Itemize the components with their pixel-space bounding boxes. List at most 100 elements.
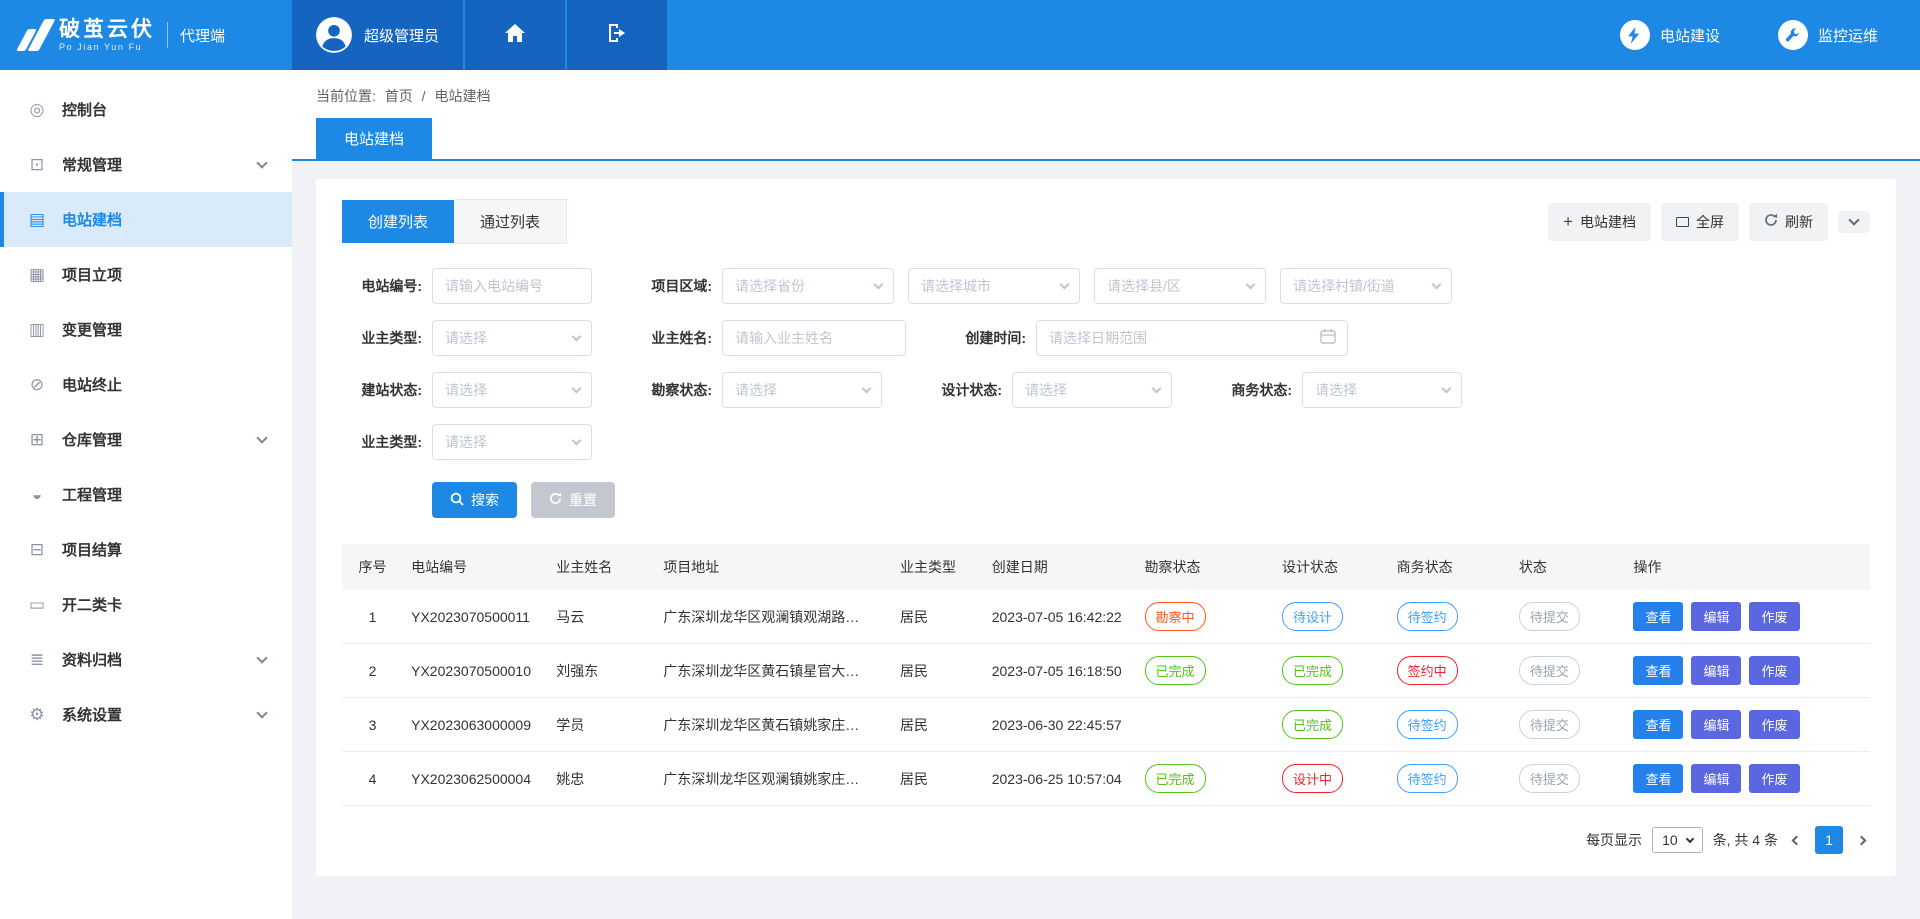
copy-icon: ▥ xyxy=(26,320,48,340)
nav-monitoring-ops[interactable]: 监控运维 xyxy=(1778,20,1878,50)
cell-status: 待提交 xyxy=(1511,698,1626,752)
column-header: 设计状态 xyxy=(1274,544,1389,590)
search-button[interactable]: 搜索 xyxy=(432,482,517,518)
per-page-select[interactable]: 10 xyxy=(1652,827,1703,853)
cell-owner-name: 马云 xyxy=(548,590,655,644)
status-badge: 待签约 xyxy=(1397,602,1458,631)
tab-passed-list[interactable]: 通过列表 xyxy=(454,199,567,244)
chevron-down-icon xyxy=(862,384,872,394)
sidebar-item-label: 变更管理 xyxy=(62,319,122,340)
sidebar-item-system-settings[interactable]: ⚙系统设置 xyxy=(0,687,292,742)
cell-index: 4 xyxy=(342,752,403,806)
owner-type-2-select[interactable]: 请选择 xyxy=(432,424,592,460)
status-badge: 签约中 xyxy=(1397,656,1458,685)
view-button[interactable]: 查看 xyxy=(1633,602,1683,631)
brand-title: 破茧云伏 xyxy=(59,18,155,42)
station-no-input[interactable] xyxy=(432,268,592,304)
sidebar-item-general-management[interactable]: ⊡常规管理 xyxy=(0,137,292,192)
edit-button[interactable]: 编辑 xyxy=(1691,656,1741,685)
home-button[interactable] xyxy=(465,0,565,70)
create-time-label: 创建时间: xyxy=(946,328,1026,348)
column-header: 业主姓名 xyxy=(548,544,655,590)
calculator-icon: ⊟ xyxy=(26,540,48,560)
table-header-row: 序号电站编号业主姓名项目地址业主类型创建日期勘察状态设计状态商务状态状态操作 xyxy=(342,544,1870,590)
status-badge: 待提交 xyxy=(1519,764,1580,793)
content-card: 创建列表 通过列表 + 电站建档 全屏 刷新 xyxy=(316,179,1896,876)
sidebar-item-project-initiation[interactable]: ▦项目立项 xyxy=(0,247,292,302)
sidebar-item-second-class-card[interactable]: ▭开二类卡 xyxy=(0,577,292,632)
survey-status-select[interactable]: 请选择 xyxy=(722,372,882,408)
sidebar-item-project-settlement[interactable]: ⊟项目结算 xyxy=(0,522,292,577)
breadcrumb-home[interactable]: 首页 xyxy=(385,88,413,104)
nav-station-construction[interactable]: 电站建设 xyxy=(1620,20,1720,50)
prev-page-button[interactable] xyxy=(1788,837,1805,844)
edit-button[interactable]: 编辑 xyxy=(1691,602,1741,631)
create-station-button[interactable]: + 电站建档 xyxy=(1548,203,1651,241)
owner-type-select[interactable]: 请选择 xyxy=(432,320,592,356)
cell-actions: 查看编辑作废 xyxy=(1625,698,1870,752)
build-status-label: 建站状态: xyxy=(342,380,422,400)
create-time-input[interactable]: 请选择日期范围 xyxy=(1036,320,1348,356)
business-status-select[interactable]: 请选择 xyxy=(1302,372,1462,408)
view-button[interactable]: 查看 xyxy=(1633,764,1683,793)
owner-name-input[interactable] xyxy=(722,320,906,356)
chevron-down-icon xyxy=(572,436,582,446)
divider xyxy=(167,22,168,48)
status-badge: 勘察中 xyxy=(1145,602,1206,631)
column-header: 勘察状态 xyxy=(1137,544,1275,590)
void-button[interactable]: 作废 xyxy=(1749,710,1799,739)
design-status-select[interactable]: 请选择 xyxy=(1012,372,1172,408)
town-select[interactable]: 请选择村镇/街道 xyxy=(1280,268,1452,304)
filter-actions: 搜索 重置 xyxy=(432,482,1870,518)
table-row: 4YX2023062500004姚忠广东深圳龙华区观澜镇姚家庄…居民2023-0… xyxy=(342,752,1870,806)
chevron-down-icon xyxy=(572,332,582,342)
edit-button[interactable]: 编辑 xyxy=(1691,764,1741,793)
sidebar-item-warehouse-management[interactable]: ⊞仓库管理 xyxy=(0,412,292,467)
cell-status: 待提交 xyxy=(1511,590,1626,644)
stop-icon: ⊘ xyxy=(26,375,48,395)
breadcrumb: 当前位置: 首页 / 电站建档 xyxy=(316,86,1920,106)
user-menu[interactable]: 超级管理员 xyxy=(292,0,463,70)
county-select[interactable]: 请选择县/区 xyxy=(1094,268,1266,304)
cell-survey-status: 勘察中 xyxy=(1137,590,1275,644)
edit-button[interactable]: 编辑 xyxy=(1691,710,1741,739)
status-badge: 待提交 xyxy=(1519,656,1580,685)
next-page-button[interactable] xyxy=(1853,837,1870,844)
sidebar-item-label: 仓库管理 xyxy=(62,429,122,450)
logout-button[interactable] xyxy=(567,0,667,70)
survey-status-placeholder: 请选择 xyxy=(735,380,777,400)
sidebar-item-engineering-management[interactable]: ◒工程管理 xyxy=(0,467,292,522)
cell-owner-type: 居民 xyxy=(892,590,984,644)
tab-create-list[interactable]: 创建列表 xyxy=(342,200,454,243)
cell-status: 待提交 xyxy=(1511,644,1626,698)
refresh-button[interactable]: 刷新 xyxy=(1749,203,1828,241)
province-select[interactable]: 请选择省份 xyxy=(722,268,894,304)
sidebar-item-change-management[interactable]: ▥ 变更管理 xyxy=(0,302,292,357)
sidebar-item-label: 电站终止 xyxy=(62,374,122,395)
chevron-down-icon xyxy=(1442,384,1452,394)
city-select[interactable]: 请选择城市 xyxy=(908,268,1080,304)
build-status-select[interactable]: 请选择 xyxy=(432,372,592,408)
page-tab-station-archive[interactable]: 电站建档 xyxy=(316,118,432,159)
fullscreen-button[interactable]: 全屏 xyxy=(1661,203,1739,241)
void-button[interactable]: 作废 xyxy=(1749,656,1799,685)
status-badge: 待提交 xyxy=(1519,710,1580,739)
reset-button[interactable]: 重置 xyxy=(531,482,615,518)
sidebar-item-label: 工程管理 xyxy=(62,484,122,505)
collapse-filters-button[interactable] xyxy=(1838,211,1870,233)
cell-design-status: 已完成 xyxy=(1274,698,1389,752)
void-button[interactable]: 作废 xyxy=(1749,602,1799,631)
sidebar-item-station-archive[interactable]: ▤电站建档 xyxy=(0,192,292,247)
filter-row: 建站状态: 请选择 勘察状态: 请选择 设计 xyxy=(342,372,1870,408)
sidebar-item-data-archive[interactable]: ≣资料归档 xyxy=(0,632,292,687)
view-button[interactable]: 查看 xyxy=(1633,710,1683,739)
filter-owner-name: 业主姓名: xyxy=(632,320,906,356)
void-button[interactable]: 作废 xyxy=(1749,764,1799,793)
table-row: 1YX2023070500011马云广东深圳龙华区观澜镇观湖路…居民2023-0… xyxy=(342,590,1870,644)
design-status-label: 设计状态: xyxy=(922,380,1002,400)
sidebar-item-console[interactable]: ◎控制台 xyxy=(0,82,292,137)
page-1-button[interactable]: 1 xyxy=(1815,826,1843,854)
business-status-placeholder: 请选择 xyxy=(1315,380,1357,400)
sidebar-item-station-termination[interactable]: ⊘ 电站终止 xyxy=(0,357,292,412)
view-button[interactable]: 查看 xyxy=(1633,656,1683,685)
